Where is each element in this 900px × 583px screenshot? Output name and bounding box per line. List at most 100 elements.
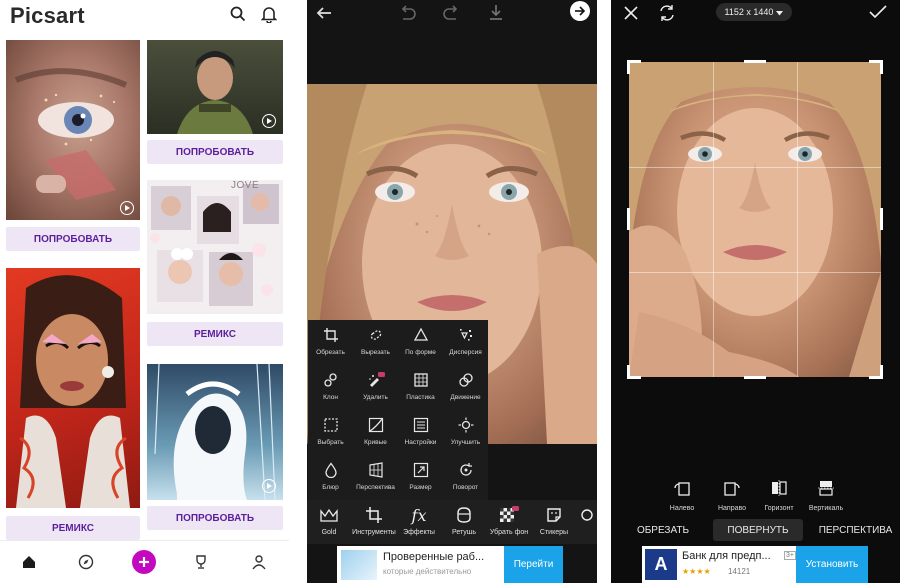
flip-horizontal-button[interactable]: Горизонт [755,480,803,512]
tool-curves[interactable]: Кривые [353,410,398,455]
toolbar-more[interactable] [577,504,597,544]
tool-motion[interactable]: Движение [443,365,488,410]
crop-photo[interactable] [629,62,881,377]
enhance-icon [456,415,476,435]
editor-screen: Обрезать Вырезать По форме Дисперсия Кло… [307,0,597,583]
tool-stretch[interactable]: Пластика [398,365,443,410]
tool-dispersion[interactable]: Дисперсия [443,320,488,365]
remix-button[interactable]: РЕМИКС [147,322,283,346]
try-button[interactable]: ПОПРОБОВАТЬ [147,140,283,164]
flip-horizontal-icon [770,480,788,501]
clone-icon [321,370,341,390]
flip-vertical-button[interactable]: Вертикаль [802,480,850,512]
remix-button[interactable]: РЕМИКС [6,516,140,540]
stretch-icon [411,370,431,390]
rotate-left-button[interactable]: Налево [658,480,706,512]
dispersion-icon [456,325,476,345]
picsart-feed-screen: Picsart ПОПРОБОВАТЬ ПОПРОБОВАТЬ JOVE РЕМ… [0,0,289,583]
toolbar-gold[interactable]: Gold [307,504,351,544]
perspective-icon [366,460,386,480]
crop-handle-top-right[interactable] [869,60,883,74]
ad-image [341,550,377,580]
tab-crop[interactable]: ОБРЕЗАТЬ [623,519,703,541]
collage-photo[interactable]: JOVE [147,180,283,314]
crop-handle-bottom-right[interactable] [869,365,883,379]
trophy-icon[interactable] [190,551,212,573]
close-icon[interactable] [623,5,639,26]
rating-stars: ★★★★ [682,567,711,576]
ad-install-button[interactable]: Установить [796,546,868,583]
size-selector[interactable]: 1152 x 1440 [716,3,792,21]
crop-handle-right[interactable] [880,208,883,230]
tool-crop[interactable]: Обрезать [308,320,353,365]
tool-shape-crop[interactable]: По форме [398,320,443,365]
tool-cutout[interactable]: Вырезать [353,320,398,365]
crop-screen: 1152 x 1440 Налево Направо Горизонт Верт… [611,0,900,583]
profile-icon[interactable] [248,551,270,573]
undo-icon[interactable] [397,4,417,27]
ad-app-logo: A [645,549,677,580]
reel-icon [120,201,134,215]
cartoon-portrait-photo[interactable] [6,268,140,508]
tool-perspective[interactable]: Перспектива [353,455,398,500]
back-arrow-icon[interactable] [315,4,333,27]
create-button[interactable] [132,550,156,574]
toolbar-retouch[interactable]: Ретушь [442,504,486,544]
ad-title: Банк для предп... [682,550,771,562]
tool-resize[interactable]: Размер [398,455,443,500]
crop-handle-bottom-left[interactable] [627,365,641,379]
download-icon[interactable] [487,3,505,26]
rotate-left-icon [673,480,691,501]
crop-handle-left[interactable] [627,208,630,230]
home-icon[interactable] [18,551,40,573]
crop-handle-top[interactable] [744,60,766,63]
ad-go-button[interactable]: Перейти [504,546,563,583]
flip-vertical-icon [817,480,835,501]
ad-banner[interactable]: A Банк для предп... 3+ ★★★★ 14121 Устано… [642,546,868,583]
rotate-icon [456,460,476,480]
swap-icon[interactable] [658,4,676,27]
crop-handle-bottom[interactable] [744,376,766,379]
ad-subtitle: которые действительно [383,567,472,576]
tool-remove[interactable]: Удалить [353,365,398,410]
try-button[interactable]: ПОПРОБОВАТЬ [6,227,140,251]
tool-enhance[interactable]: Улучшить [443,410,488,455]
abstract-portrait-photo[interactable] [147,364,283,500]
toolbar-stickers[interactable]: Стикеры [532,504,576,544]
toolbar-remove-bg[interactable]: Убрать фон [487,504,531,544]
more-icon [577,504,597,526]
grid-line [713,62,714,377]
check-icon[interactable] [869,4,887,25]
crop-icon [321,325,341,345]
size-value: 1152 x 1440 [724,7,774,17]
remove-icon [366,370,386,390]
bottom-navigation [0,540,289,583]
try-button[interactable]: ПОПРОБОВАТЬ [147,506,283,530]
tab-perspective[interactable]: ПЕРСПЕКТИВА [811,519,900,541]
search-icon[interactable] [230,6,246,22]
eye-makeup-photo[interactable] [6,40,140,220]
plus-icon [139,557,149,567]
tab-rotate[interactable]: ПОВЕРНУТЬ [713,519,803,541]
tool-blur[interactable]: Блюр [308,455,353,500]
grid-line [629,272,881,273]
bell-icon[interactable] [260,5,278,24]
tool-adjust[interactable]: Настройки [398,410,443,455]
reel-icon [262,479,276,493]
tool-rotate[interactable]: Поворот [443,455,488,500]
redo-icon[interactable] [442,4,462,27]
next-button[interactable] [570,1,590,21]
man-photo[interactable] [147,40,283,134]
explore-icon[interactable] [75,551,97,573]
resize-icon [411,460,431,480]
crop-icon [363,504,385,526]
crop-mode-tabs: ОБРЕЗАТЬ ПОВЕРНУТЬ ПЕРСПЕКТИВА [611,519,900,541]
ad-banner[interactable]: Проверенные раб... которые действительно… [337,546,563,583]
rotate-right-button[interactable]: Направо [708,480,756,512]
toolbar-effects[interactable]: fx Эффекты [397,504,441,544]
tool-clone[interactable]: Клон [308,365,353,410]
toolbar-tools[interactable]: Инструменты [352,504,396,544]
crop-handle-top-left[interactable] [627,60,641,74]
tool-select[interactable]: Выбрать [308,410,353,455]
retouch-icon [453,504,475,526]
